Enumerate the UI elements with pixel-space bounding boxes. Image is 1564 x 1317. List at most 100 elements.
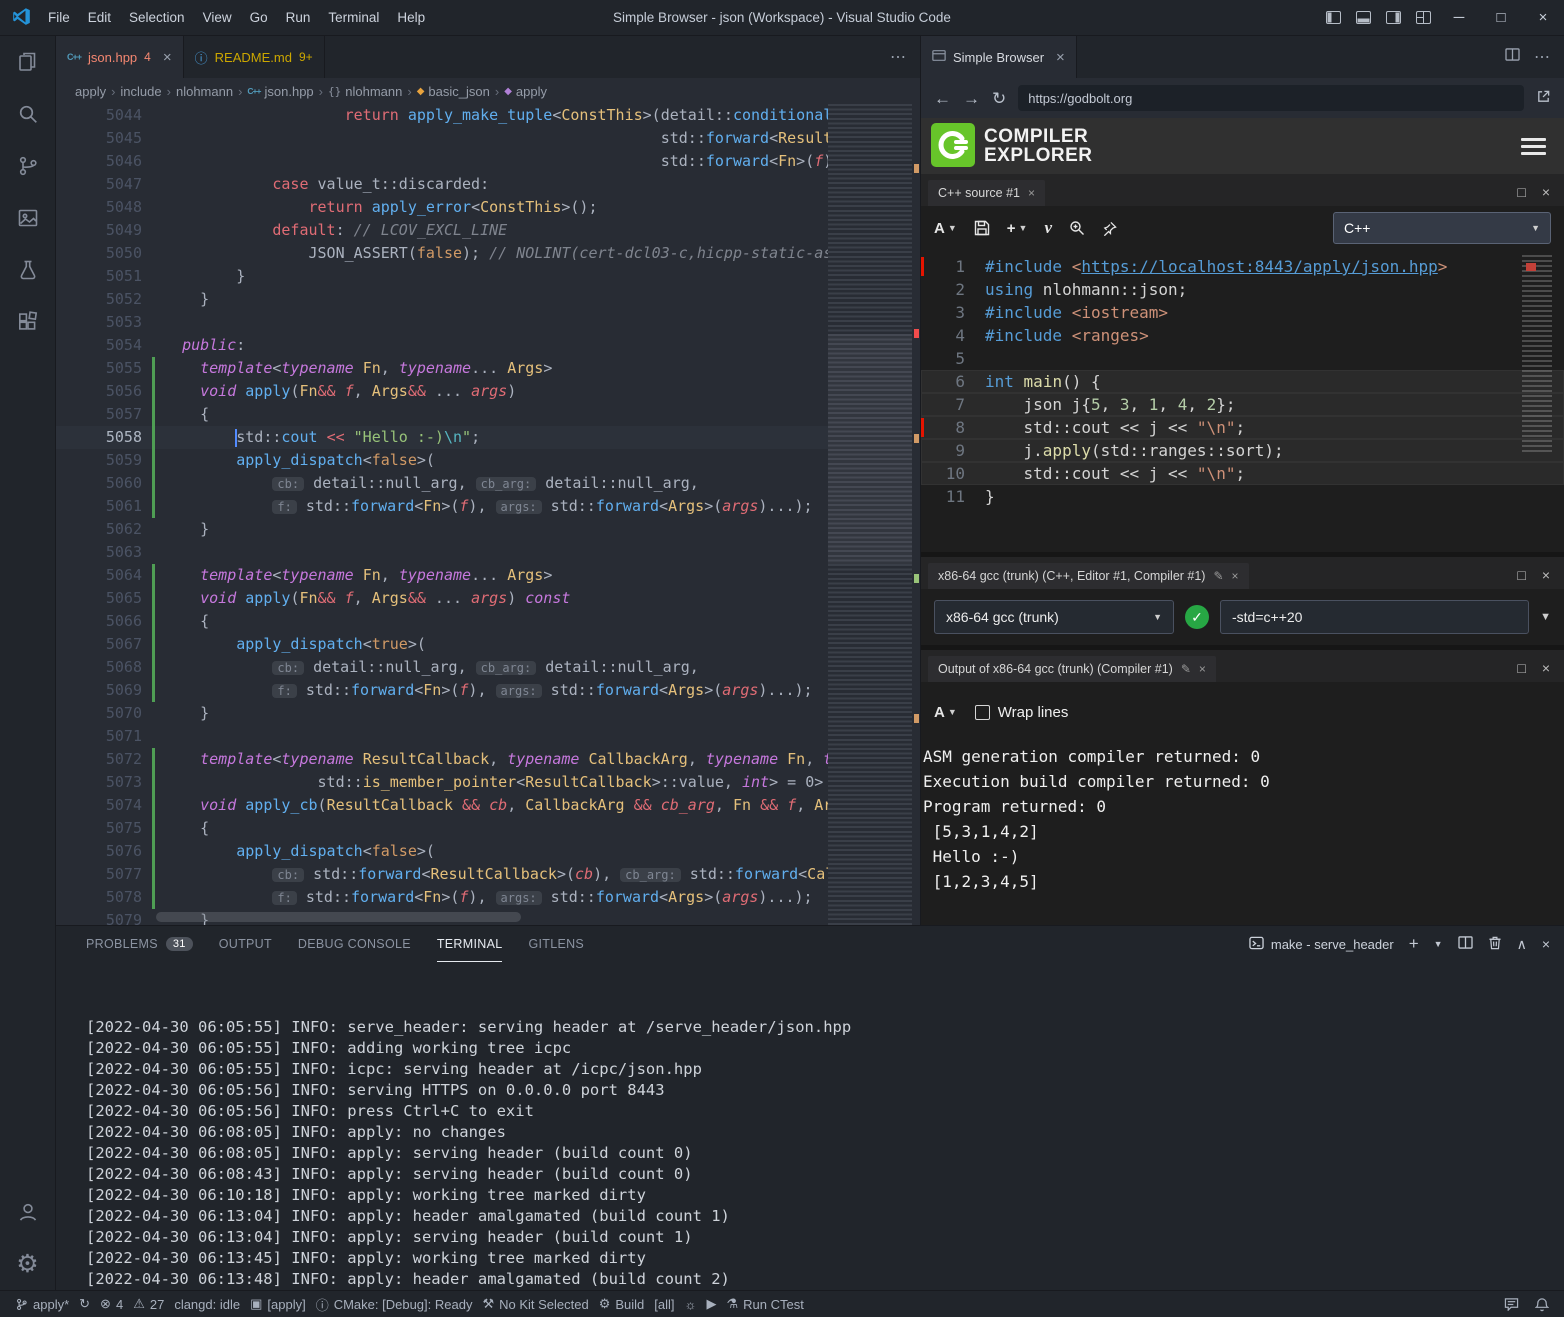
code-line[interactable]: 5056 void apply(Fn&& f, Args&& ... args)	[56, 380, 920, 403]
code-line[interactable]: 9 j.apply(std::ranges::sort);	[921, 439, 1564, 462]
close-pane-icon[interactable]: ×	[1028, 186, 1035, 200]
pin-icon[interactable]	[1102, 221, 1117, 236]
maximize-panel-icon[interactable]: ∧	[1517, 936, 1527, 953]
code-line[interactable]: 5061 f: std::forward<Fn>(f), args: std::…	[56, 495, 920, 518]
add-pane-button[interactable]: + ▼	[1007, 220, 1028, 237]
source-pane-tab[interactable]: C++ source #1 ×	[928, 180, 1045, 206]
close-panel-icon[interactable]: ×	[1542, 936, 1550, 952]
split-terminal-icon[interactable]	[1458, 936, 1473, 952]
code-line[interactable]: 10 std::cout << j << "\n";	[921, 462, 1564, 485]
font-size-button[interactable]: A ▼	[934, 704, 957, 721]
code-line[interactable]: 2using nlohmann::json;	[921, 278, 1564, 301]
code-line[interactable]: 5050 JSON_ASSERT(false); // NOLINT(cert-…	[56, 242, 920, 265]
status-ctest[interactable]: ⚗Run CTest	[721, 1291, 808, 1317]
code-line[interactable]: 5059 apply_dispatch<false>(	[56, 449, 920, 472]
settings-gear-icon[interactable]: ⚙	[0, 1238, 56, 1290]
save-icon[interactable]	[974, 220, 990, 236]
breadcrumb-item-include[interactable]: include	[119, 84, 162, 99]
wrap-lines-toggle[interactable]: Wrap lines	[975, 704, 1069, 721]
editor-tab-json.hpp[interactable]: C++json.hpp4×	[56, 36, 184, 78]
code-line[interactable]: 5	[921, 347, 1564, 370]
menu-view[interactable]: View	[194, 0, 241, 36]
status-cmake[interactable]: ⓘCMake: [Debug]: Ready	[311, 1291, 478, 1317]
code-line[interactable]: 5076 apply_dispatch<false>(	[56, 840, 920, 863]
status-kit[interactable]: ⚒No Kit Selected	[477, 1291, 593, 1317]
toggle-sidebar-icon[interactable]	[1318, 0, 1348, 36]
horizontal-scrollbar[interactable]	[156, 912, 521, 922]
code-line[interactable]: 11}	[921, 485, 1564, 508]
account-icon[interactable]	[0, 1186, 56, 1238]
breadcrumb-item-nlohmann[interactable]: nlohmann	[175, 84, 234, 99]
args-dropdown-icon[interactable]: ▼	[1540, 611, 1551, 623]
compiler-select[interactable]: x86-64 gcc (trunk) ▼	[934, 600, 1174, 634]
menu-selection[interactable]: Selection	[120, 0, 194, 36]
hamburger-menu-icon[interactable]	[1521, 134, 1546, 159]
vim-mode-icon[interactable]: v	[1044, 218, 1052, 238]
test-flask-icon[interactable]	[0, 244, 56, 296]
terminal-profiles-icon[interactable]: ▼	[1434, 939, 1443, 949]
menu-help[interactable]: Help	[388, 0, 434, 36]
breadcrumb-item-apply[interactable]: apply	[74, 84, 107, 99]
code-line[interactable]: 5052 }	[56, 288, 920, 311]
status-errors[interactable]: ⊗4	[95, 1291, 128, 1317]
code-line[interactable]: 5057 {	[56, 403, 920, 426]
open-external-icon[interactable]	[1536, 89, 1551, 107]
status-target-all[interactable]: [all]	[649, 1291, 679, 1317]
status-build[interactable]: ⚙Build	[594, 1291, 650, 1317]
terminal[interactable]: [2022-04-30 06:05:55] INFO: serve_header…	[56, 962, 1564, 1290]
editor-tab-README.md[interactable]: ⓘREADME.md9+	[184, 36, 325, 78]
status-build-target[interactable]: ▣[apply]	[245, 1291, 311, 1317]
forward-icon[interactable]: →	[963, 90, 980, 107]
menu-run[interactable]: Run	[277, 0, 320, 36]
terminal-picker[interactable]: make - serve_header	[1249, 936, 1394, 953]
close-pane-icon[interactable]: ×	[1199, 662, 1206, 676]
code-line[interactable]: 5049 default: // LCOV_EXCL_LINE	[56, 219, 920, 242]
code-line[interactable]: 5074 void apply_cb(ResultCallback && cb,…	[56, 794, 920, 817]
menu-file[interactable]: File	[39, 0, 79, 36]
close-pane-icon[interactable]: ×	[1542, 184, 1550, 200]
code-line[interactable]: 5062 }	[56, 518, 920, 541]
panel-tab-gitlens[interactable]: GITLENS	[528, 926, 584, 962]
code-line[interactable]: 5047 case value_t::discarded:	[56, 173, 920, 196]
code-editor[interactable]: 5044 return apply_make_tuple<ConstThis>(…	[56, 104, 920, 925]
rename-pane-icon[interactable]: ✎	[1213, 569, 1223, 583]
feedback-icon[interactable]	[1499, 1291, 1524, 1317]
code-line[interactable]: 5065 void apply(Fn&& f, Args&& ... args)…	[56, 587, 920, 610]
ce-logo-icon[interactable]	[931, 123, 975, 170]
vscode-logo-icon[interactable]	[12, 7, 31, 29]
extensions-icon[interactable]	[0, 296, 56, 348]
breadcrumb-item-basic_json[interactable]: ◆basic_json	[416, 84, 491, 99]
code-line[interactable]: 5073 std::is_member_pointer<ResultCallba…	[56, 771, 920, 794]
url-input[interactable]: https://godbolt.org	[1018, 85, 1524, 111]
close-pane-icon[interactable]: ×	[1542, 660, 1550, 676]
ce-source-editor[interactable]: 1#include <https://localhost:8443/apply/…	[921, 250, 1564, 552]
code-line[interactable]: 8 std::cout << j << "\n";	[921, 416, 1564, 439]
code-line[interactable]: 5054 public:	[56, 334, 920, 357]
close-tab-icon[interactable]: ×	[1056, 49, 1065, 66]
toggle-panel-icon[interactable]	[1348, 0, 1378, 36]
code-line[interactable]: 5045 std::forward<ResultCallback>(cb),	[56, 127, 920, 150]
panel-tab-problems[interactable]: PROBLEMS31	[86, 926, 193, 962]
code-line[interactable]: 4#include <ranges>	[921, 324, 1564, 347]
code-line[interactable]: 5044 return apply_make_tuple<ConstThis>(…	[56, 104, 920, 127]
maximize-pane-icon[interactable]: □	[1517, 660, 1525, 676]
breadcrumb-item-json.hpp[interactable]: C++json.hpp	[246, 84, 314, 99]
panel-tab-output[interactable]: OUTPUT	[219, 926, 272, 962]
tab-simple-browser[interactable]: Simple Browser ×	[921, 36, 1077, 78]
code-line[interactable]: 5068 cb: detail::null_arg, cb_arg: detai…	[56, 656, 920, 679]
code-line[interactable]: 5064 template<typename Fn, typename... A…	[56, 564, 920, 587]
code-line[interactable]: 6int main() {	[921, 370, 1564, 393]
code-line[interactable]: 7 json j{5, 3, 1, 4, 2};	[921, 393, 1564, 416]
code-line[interactable]: 5048 return apply_error<ConstThis>();	[56, 196, 920, 219]
code-line[interactable]: 5053	[56, 311, 920, 334]
rename-pane-icon[interactable]: ✎	[1181, 662, 1191, 676]
code-line[interactable]: 5055 template<typename Fn, typename... A…	[56, 357, 920, 380]
toggle-secondary-sidebar-icon[interactable]	[1378, 0, 1408, 36]
close-pane-icon[interactable]: ×	[1542, 567, 1550, 583]
zoom-icon[interactable]	[1069, 220, 1085, 236]
code-line[interactable]: 5077 cb: std::forward<ResultCallback>(cb…	[56, 863, 920, 886]
status-launch[interactable]: ▶	[701, 1291, 721, 1317]
customize-layout-icon[interactable]	[1408, 0, 1438, 36]
code-line[interactable]: 5078 f: std::forward<Fn>(f), args: std::…	[56, 886, 920, 909]
kill-terminal-icon[interactable]	[1488, 935, 1502, 953]
